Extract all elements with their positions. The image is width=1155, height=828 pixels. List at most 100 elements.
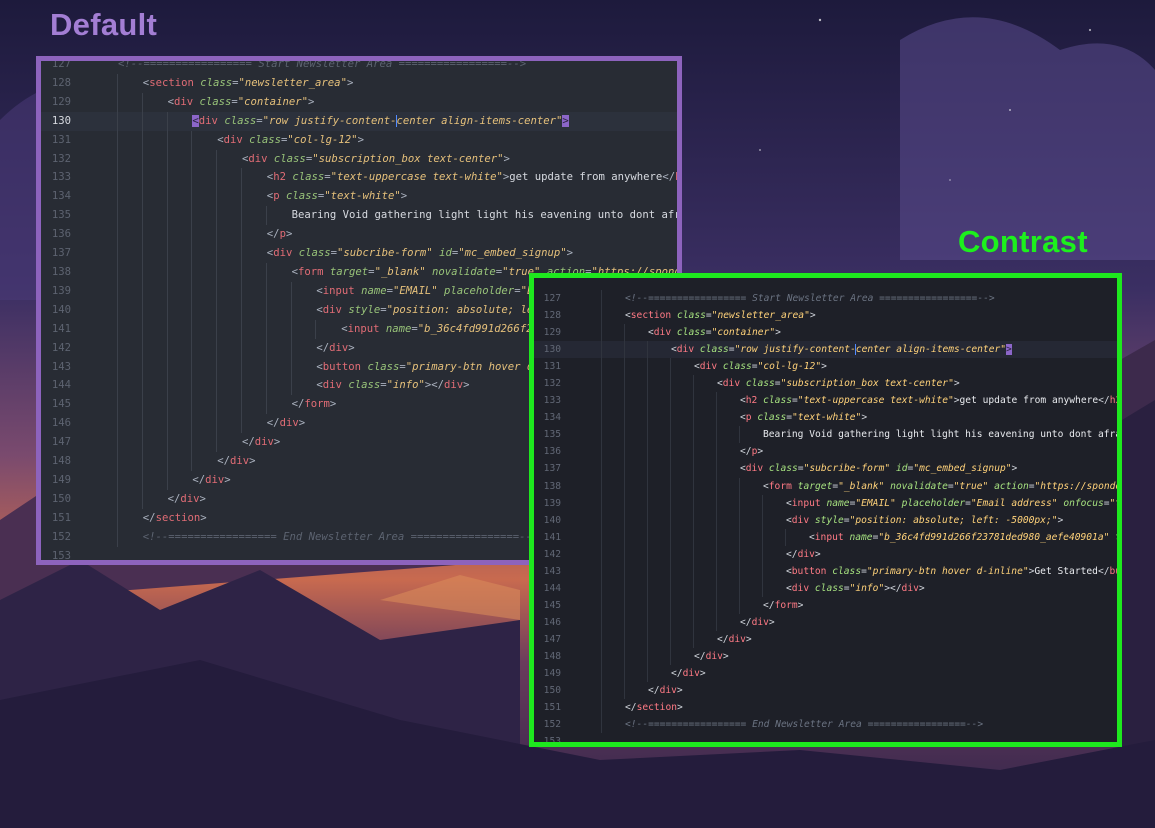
- token-punct: >: [357, 133, 364, 146]
- code-line[interactable]: 130 <div class="row justify-content-cente…: [41, 111, 677, 131]
- code-line[interactable]: 129 <div class="container">: [534, 324, 1117, 342]
- code-line[interactable]: 132 <div class="subscription_box text-cen…: [534, 375, 1117, 393]
- code-line[interactable]: 151 </section>: [534, 699, 1117, 717]
- indent-guide: [241, 357, 242, 377]
- indent-guide: [601, 443, 602, 461]
- indent-guide: [670, 477, 671, 495]
- indent-guide: [241, 262, 242, 282]
- indent-guide: [601, 426, 602, 444]
- indent-guide: [191, 225, 193, 245]
- line-number: 128: [51, 76, 71, 89]
- indent-guide: [647, 528, 648, 546]
- code-text: <div class="container">: [168, 93, 315, 112]
- token-tag: button: [1109, 565, 1122, 577]
- code-line[interactable]: 136 </p>: [534, 443, 1117, 461]
- token-punct: >: [745, 633, 752, 645]
- code-line[interactable]: 139<input name="EMAIL" placeholder="Emai…: [534, 494, 1117, 512]
- code-line[interactable]: 150 </div>: [534, 682, 1117, 700]
- code-text: <h2 class="text-uppercase text-white">ge…: [740, 392, 1117, 409]
- token-tag: div: [751, 616, 769, 628]
- indent-guide: [191, 187, 193, 207]
- indent-guide: [216, 357, 218, 377]
- token-tag: div: [279, 417, 299, 430]
- code-line[interactable]: 135 Bearing Void gathering light light hi…: [534, 426, 1117, 444]
- code-line[interactable]: 145 </form>: [534, 596, 1117, 614]
- line-number: 137: [51, 247, 71, 260]
- code-line[interactable]: 141<input name="b_36c4fd991d266f23781ded…: [534, 528, 1117, 546]
- indent-guide: [241, 225, 242, 245]
- indent-guide: [624, 665, 625, 683]
- indent-guide: [117, 433, 118, 453]
- line-number: 133: [51, 171, 71, 184]
- code-line[interactable]: 143 <button class="primary-btn hover d-in…: [534, 562, 1117, 580]
- line-number: 150: [543, 685, 561, 697]
- code-line[interactable]: 132 <div class="subscription_box text-cen…: [41, 149, 677, 169]
- code-line[interactable]: 135 Bearing Void gathering light light hi…: [41, 206, 677, 226]
- line-number: 143: [51, 360, 71, 373]
- code-line[interactable]: 136 </p>: [41, 225, 677, 245]
- indent-guide: [647, 358, 648, 376]
- indent-guide: [624, 324, 625, 342]
- line-number: 140: [51, 303, 71, 316]
- line-number: 127: [51, 58, 71, 70]
- code-line[interactable]: 127 <!--================= Start Newslette…: [41, 58, 677, 74]
- indent-guide: [117, 262, 118, 282]
- indent-guide: [716, 596, 717, 614]
- code-line[interactable]: 134 <p class="text-white">: [41, 187, 677, 207]
- code-text: Bearing Void gathering light light his e…: [763, 426, 1117, 443]
- code-line[interactable]: 133 <h2 class="text-uppercase text-white"…: [41, 168, 677, 188]
- code-line[interactable]: 128 <section class="newsletter_area">: [534, 307, 1117, 325]
- code-text: <div class="subcribe-form" id="mc_embed_…: [267, 244, 573, 263]
- indent-guide: [647, 494, 648, 512]
- code-line[interactable]: 133 <h2 class="text-uppercase text-white"…: [534, 392, 1117, 410]
- indent-guide: [624, 460, 625, 478]
- token-tag: div: [205, 473, 225, 486]
- token-val: "subscription_box text-center": [312, 152, 504, 165]
- code-line[interactable]: 149 </div>: [534, 665, 1117, 683]
- token-punct: >: [298, 417, 306, 430]
- code-line[interactable]: 129 <div class="container">: [41, 92, 677, 112]
- code-text: <div class="info"></div>: [316, 376, 469, 395]
- token-punct: >: [285, 228, 293, 241]
- code-line[interactable]: 137 <div class="subcribe-form" id="mc_emb…: [534, 460, 1117, 478]
- indent-guide: [141, 433, 143, 453]
- code-line[interactable]: 137 <div class="subcribe-form" id="mc_emb…: [41, 244, 677, 263]
- code-line[interactable]: 130 <div class="row justify-content-cente…: [534, 341, 1117, 359]
- code-line[interactable]: 138 <form target="_blank" novalidate="tru…: [534, 477, 1117, 495]
- indent-guide: [647, 392, 648, 410]
- indent-guide: [117, 73, 118, 93]
- code-line[interactable]: 146 </div>: [534, 613, 1117, 631]
- indent-guide: [166, 244, 168, 263]
- indent-guide: [117, 357, 118, 377]
- code-line[interactable]: 144 <div class="info"></div>: [534, 579, 1117, 597]
- code-line[interactable]: 148 </div>: [534, 647, 1117, 666]
- code-line[interactable]: 153: [534, 733, 1117, 742]
- code-line[interactable]: 131 <div class="col-lg-12">: [534, 358, 1117, 376]
- indent-guide: [647, 545, 648, 563]
- code-line[interactable]: 128 <section class="newsletter_area">: [41, 73, 677, 93]
- indent-guide: [141, 338, 143, 358]
- code-line[interactable]: 147 </div>: [534, 630, 1117, 648]
- code-line[interactable]: 134 <p class="text-white">: [534, 409, 1117, 427]
- contrast-theme-editor[interactable]: 127 <!--================= Start Newslette…: [529, 273, 1122, 747]
- code-line[interactable]: 142 </div>: [534, 545, 1117, 563]
- indent-guide: [141, 130, 143, 150]
- code-line[interactable]: 140 <div style="position: absolute; left:…: [534, 511, 1117, 529]
- token-attr: name: [385, 322, 412, 335]
- indent-guide: [647, 511, 648, 529]
- line-number: 149: [51, 473, 71, 486]
- indent-guide: [141, 395, 143, 415]
- token-tag: div: [745, 463, 764, 475]
- token-punct: </: [1097, 565, 1110, 577]
- token-val: "position: absolute; left: -5000px;": [849, 514, 1058, 526]
- token-tag: section: [630, 310, 672, 322]
- indent-guide: [647, 665, 648, 683]
- code-line[interactable]: 127 <!--================= Start Newslette…: [534, 290, 1117, 308]
- indent-guide: [191, 338, 193, 358]
- code-line[interactable]: 131 <div class="col-lg-12">: [41, 130, 677, 150]
- token-tag: div: [676, 344, 695, 356]
- code-line[interactable]: 152 <!--================= End Newsletter …: [534, 716, 1117, 734]
- token-val: center align-items-center": [855, 344, 1007, 356]
- indent-guide: [191, 130, 193, 150]
- line-number: 152: [51, 530, 71, 543]
